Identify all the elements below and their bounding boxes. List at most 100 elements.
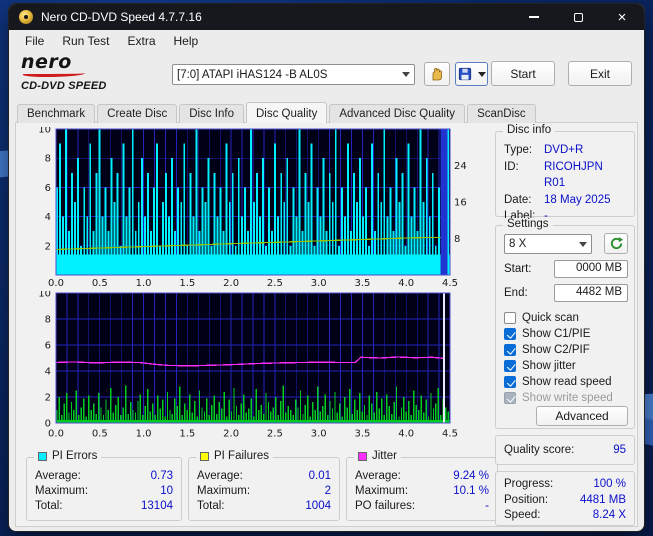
disc-info-title: Disc info: [503, 124, 556, 136]
tab-disc-info[interactable]: Disc Info: [179, 104, 244, 123]
disc-info-group: Disc info Type: DVD+R ID: RICOHJPN R01 Dat…: [495, 124, 635, 222]
quality-score-group: Quality score: 95: [495, 435, 635, 465]
tab-disc-quality[interactable]: Disc Quality: [246, 102, 328, 123]
progress-value: 100 %: [593, 478, 626, 490]
stat-label: PO failures:: [355, 500, 416, 512]
menu-help[interactable]: Help: [166, 32, 207, 50]
tab-create-disc[interactable]: Create Disc: [97, 104, 178, 123]
svg-text:10: 10: [38, 291, 51, 300]
start-field[interactable]: 0000 MB: [554, 260, 628, 278]
checkbox-show-jitter[interactable]: Show jitter: [504, 358, 576, 373]
svg-text:1.5: 1.5: [179, 429, 195, 440]
stat-value: -: [485, 500, 489, 512]
stat-value: 9.24 %: [453, 470, 489, 482]
tab-scandisc[interactable]: ScanDisc: [467, 104, 536, 123]
svg-text:0.0: 0.0: [48, 278, 64, 289]
checkbox-show-write-speed: Show write speed: [504, 390, 613, 405]
checkbox-show-c2-pif[interactable]: Show C2/PIF: [504, 342, 590, 357]
minimize-button[interactable]: [512, 4, 556, 30]
stat-value: 13104: [141, 500, 173, 512]
drive-select-value: [7:0] ATAPI iHAS124 -B AL0S: [177, 68, 328, 81]
svg-text:24: 24: [454, 161, 467, 172]
speed-select-value: 8 X: [509, 238, 527, 250]
stats-row: PI Errors Average: 0.73 Maximum: 10 Total:…: [26, 450, 498, 521]
advanced-button[interactable]: Advanced: [536, 406, 628, 426]
checkbox-icon: [504, 343, 516, 356]
end-field[interactable]: 4482 MB: [554, 284, 628, 302]
svg-text:1.0: 1.0: [136, 429, 152, 440]
end-field-label: End:: [504, 287, 528, 299]
menu-file[interactable]: File: [17, 32, 52, 50]
speed-select[interactable]: 8 X: [504, 234, 592, 254]
checkbox-icon: [504, 311, 516, 324]
stat-label: Maximum:: [197, 485, 251, 497]
tab-benchmark[interactable]: Benchmark: [17, 104, 96, 123]
svg-text:3.5: 3.5: [354, 429, 370, 440]
stat-label: Average:: [197, 470, 243, 482]
disc-quality-page: 10 8 6 4 2 24 16 8 0.0 0.5 1.0 1.5 2.0 2.5 3.0 3.5 4.0 4.…: [15, 122, 638, 527]
svg-text:0.5: 0.5: [92, 429, 108, 440]
nero-product-text: CD-DVD SPEED: [21, 80, 107, 92]
svg-text:8: 8: [454, 234, 460, 245]
checkbox-quick-scan[interactable]: Quick scan: [504, 310, 579, 325]
jitter-stats: Jitter Average: 9.24 % Maximum: 10.1 % PO …: [346, 450, 498, 521]
progress-group: Progress: 100 % Position: 4481 MB Speed: 8.…: [495, 471, 635, 526]
stat-value: 0.73: [150, 470, 173, 482]
hand-tool-button[interactable]: [424, 62, 450, 86]
nero-logo: nero CD-DVD SPEED: [21, 53, 166, 93]
app-disc-icon: [19, 10, 33, 24]
menubar: File Run Test Extra Help: [9, 30, 644, 52]
maximize-button[interactable]: [556, 4, 600, 30]
stat-label: Total:: [35, 500, 63, 512]
svg-text:3.0: 3.0: [311, 278, 327, 289]
pi-errors-color-chip: [38, 451, 47, 461]
svg-text:1.0: 1.0: [136, 278, 152, 289]
refresh-button[interactable]: [604, 233, 628, 254]
maximize-icon: [573, 12, 583, 22]
speed-label: Speed:: [504, 509, 541, 521]
jitter-title: Jitter: [372, 450, 397, 462]
start-field-label: Start:: [504, 263, 532, 275]
tab-advanced-disc-quality[interactable]: Advanced Disc Quality: [329, 104, 466, 123]
position-value: 4481 MB: [579, 493, 626, 506]
app-window: Nero CD-DVD Speed 4.7.7.16 × File Run Te…: [8, 3, 645, 532]
svg-text:8: 8: [45, 315, 51, 326]
stat-value: 1004: [305, 500, 331, 512]
svg-text:4.0: 4.0: [398, 278, 414, 289]
save-button[interactable]: [455, 62, 488, 86]
exit-button[interactable]: Exit: [568, 61, 632, 86]
svg-text:4: 4: [45, 212, 51, 223]
checkbox-show-read-speed[interactable]: Show read speed: [504, 374, 612, 389]
disc-type-value: DVD+R: [544, 144, 584, 156]
charts-area: 10 8 6 4 2 24 16 8 0.0 0.5 1.0 1.5 2.0 2.5 3.0 3.5 4.0 4.…: [26, 127, 472, 439]
svg-text:4: 4: [45, 367, 51, 378]
drive-select[interactable]: [7:0] ATAPI iHAS124 -B AL0S: [172, 64, 415, 85]
checkbox-show-c1-pie[interactable]: Show C1/PIE: [504, 326, 590, 341]
menu-extra[interactable]: Extra: [119, 32, 163, 50]
disc-date-label: Date:: [504, 193, 532, 206]
titlebar[interactable]: Nero CD-DVD Speed 4.7.7.16 ×: [9, 4, 644, 30]
speed-value: 8.24 X: [592, 509, 626, 521]
pi-errors-chart: 10 8 6 4 2 24 16 8 0.0 0.5 1.0 1.5 2.0 2.5 3.0 3.5 4.0 4.…: [38, 127, 467, 289]
stat-value: 10: [160, 485, 173, 497]
refresh-icon: [610, 236, 623, 250]
floppy-disk-icon: [458, 67, 471, 81]
svg-text:4.5: 4.5: [442, 429, 458, 440]
menu-run-test[interactable]: Run Test: [54, 32, 117, 50]
tab-bar: Benchmark Create Disc Disc Info Disc Qua…: [17, 102, 538, 123]
disc-type-label: Type:: [504, 144, 533, 156]
disc-id-value[interactable]: RICOHJPN R01: [544, 159, 626, 192]
pif-jitter-chart: 10864200.0 0.5 1.0 1.5 2.0 2.5 3.0 3.5 4.0 4.5: [38, 291, 458, 440]
pi-failures-stats: PI Failures Average: 0.01 Maximum: 2 Total…: [188, 450, 340, 521]
start-button[interactable]: Start: [491, 61, 555, 86]
svg-text:2.5: 2.5: [267, 429, 283, 440]
window-controls: ×: [512, 4, 644, 30]
stat-value: 2: [324, 485, 331, 497]
save-dropdown-icon: [477, 71, 486, 77]
svg-text:16: 16: [454, 198, 467, 209]
disc-id-label: ID:: [504, 160, 519, 173]
stat-value: 10.1 %: [453, 485, 489, 497]
close-button[interactable]: ×: [600, 4, 644, 30]
svg-text:8: 8: [45, 154, 51, 165]
svg-text:6: 6: [45, 341, 51, 352]
